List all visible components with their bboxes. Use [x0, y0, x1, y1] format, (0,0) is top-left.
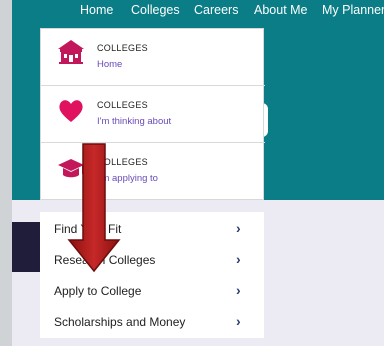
colleges-menu: Find Your Fit › Research Colleges › Appl… — [40, 212, 264, 338]
school-icon — [58, 40, 84, 64]
hero-banner-edge — [12, 222, 40, 272]
menu-item-apply-to-college[interactable]: Apply to College › — [40, 275, 264, 306]
colleges-dropdown: COLLEGES Home COLLEGES I'm thinking abou… — [40, 28, 265, 200]
heart-icon — [59, 100, 83, 122]
left-margin — [0, 0, 12, 346]
menu-item-label: Apply to College — [54, 284, 142, 298]
menu-item-label: Find Your Fit — [54, 222, 122, 236]
dropdown-item-category: COLLEGES — [97, 43, 148, 53]
dropdown-item-thinking-about[interactable]: COLLEGES I'm thinking about — [41, 86, 265, 143]
menu-item-scholarships-and-money[interactable]: Scholarships and Money › — [40, 306, 264, 337]
chevron-right-icon: › — [236, 251, 241, 267]
menu-item-research-colleges[interactable]: Research Colleges › — [40, 244, 264, 275]
chevron-right-icon: › — [236, 313, 241, 329]
dropdown-item-label: I'm thinking about — [97, 116, 172, 127]
nav-home[interactable]: Home — [80, 3, 113, 17]
nav-careers[interactable]: Careers — [194, 3, 238, 17]
nav-colleges[interactable]: Colleges — [131, 3, 180, 17]
nav-my-planner[interactable]: My Planner — [322, 3, 384, 17]
menu-item-find-your-fit[interactable]: Find Your Fit › — [40, 213, 264, 244]
menu-item-label: Research Colleges — [54, 253, 156, 267]
dropdown-item-home[interactable]: COLLEGES Home — [41, 29, 265, 86]
dropdown-item-category: COLLEGES — [97, 100, 148, 110]
dropdown-item-applying-to[interactable]: COLLEGES I'm applying to — [41, 143, 265, 200]
dropdown-item-label: Home — [97, 59, 123, 70]
graduation-cap-icon — [58, 159, 84, 178]
chevron-right-icon: › — [236, 282, 241, 298]
nav-about-me[interactable]: About Me — [254, 3, 308, 17]
dropdown-item-category: COLLEGES — [97, 157, 148, 167]
menu-item-label: Scholarships and Money — [54, 315, 186, 329]
chevron-right-icon: › — [236, 220, 241, 236]
dropdown-item-label: I'm applying to — [97, 173, 158, 184]
